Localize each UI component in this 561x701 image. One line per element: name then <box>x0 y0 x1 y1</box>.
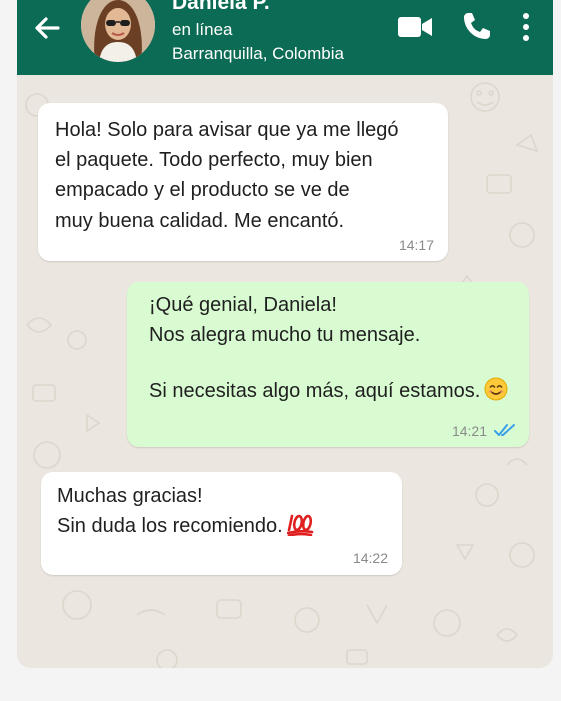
smiling-face-emoji <box>484 377 508 401</box>
chat-header: Daniela P. en línea Barranquilla, Colomb… <box>17 0 553 75</box>
phone-icon[interactable] <box>462 11 492 41</box>
message-line: muy buena calidad. Me encantó. <box>55 210 345 232</box>
message-line-with-emoji: Si necesitas algo más, aquí estamos. <box>149 376 508 407</box>
video-call-icon[interactable] <box>398 14 432 40</box>
message-line-with-emoji: Sin duda los recomiendo. <box>57 511 315 542</box>
chat-screen: Daniela P. en línea Barranquilla, Colomb… <box>17 0 553 668</box>
message-line: Muchas gracias! <box>57 485 203 507</box>
message-line: ¡Qué genial, Daniela! <box>149 294 337 316</box>
outgoing-message-bubble[interactable]: ¡Qué genial, Daniela! Nos alegra mucho t… <box>127 282 529 447</box>
read-ticks-icon <box>494 424 515 436</box>
incoming-message-bubble[interactable]: Hola! Solo para avisar que ya me llegó e… <box>38 103 448 261</box>
contact-status: en línea <box>172 20 233 39</box>
message-timestamp: 14:17 <box>398 237 434 253</box>
message-line: Sin duda los recomiendo. <box>57 515 283 537</box>
message-timestamp: 14:22 <box>352 550 388 566</box>
message-line: Si necesitas algo más, aquí estamos. <box>149 380 481 402</box>
message-line: Hola! Solo para avisar que ya me llegó <box>55 119 399 141</box>
message-line: empacado y el producto se ve de <box>55 179 350 201</box>
back-arrow-icon[interactable] <box>31 12 63 44</box>
message-line: Nos alegra mucho tu mensaje. <box>149 324 421 346</box>
contact-name[interactable]: Daniela P. <box>172 0 270 15</box>
more-options-icon[interactable] <box>519 11 533 43</box>
incoming-message-bubble[interactable]: Muchas gracias! Sin duda los recomiendo.… <box>41 472 402 575</box>
message-timestamp: 14:21 <box>451 423 487 439</box>
hundred-points-emoji <box>286 514 314 536</box>
contact-location: Barranquilla, Colombia <box>172 44 344 63</box>
message-line: el paquete. Todo perfecto, muy bien <box>55 149 373 171</box>
contact-avatar[interactable] <box>81 0 155 62</box>
